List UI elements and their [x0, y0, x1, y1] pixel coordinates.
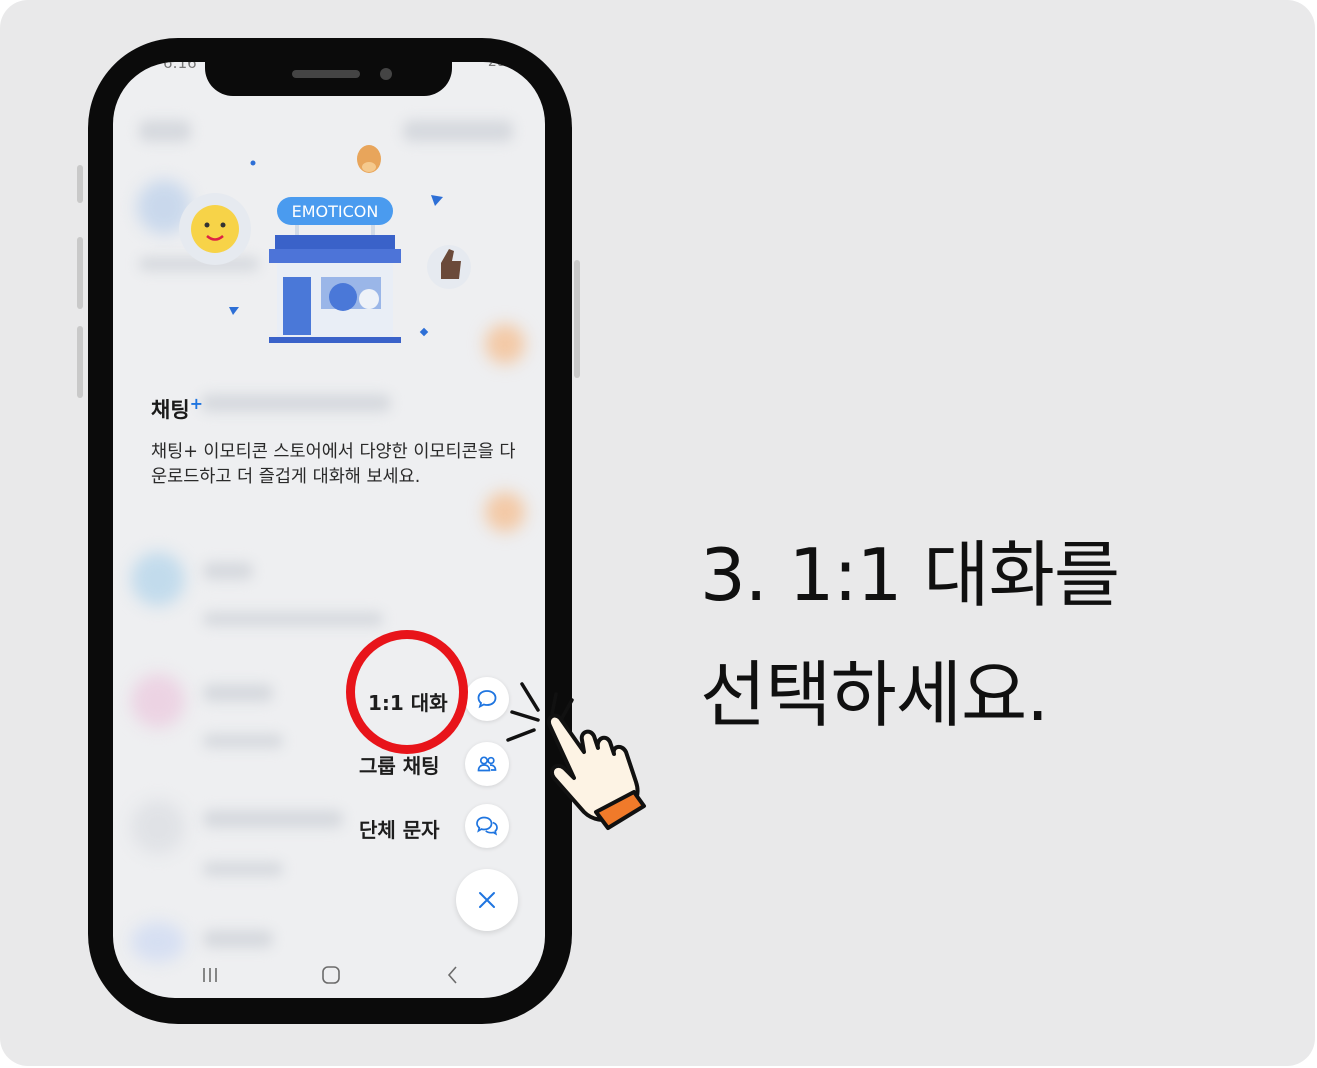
blurred-list-line [203, 612, 383, 626]
status-time: 6:16 [163, 62, 197, 72]
back-icon [447, 966, 457, 984]
thumbs-up-emoticon-icon [427, 245, 471, 289]
recent-apps-button[interactable] [190, 960, 230, 990]
instruction-line-1: 3. 1:1 대화를 [700, 533, 1120, 617]
phone-camera [380, 68, 392, 80]
smiley-emoticon-icon [179, 193, 251, 265]
phone-power-button [574, 260, 580, 378]
fab-group-sms-label[interactable]: 단체 문자 [359, 814, 440, 843]
emoticon-store-illustration: EMOTICON [179, 145, 471, 343]
blurred-list-line [203, 684, 273, 702]
phone-screen: 6:16 28% EMOTICON 채팅+ 채팅+ 이모티콘 스토어에서 다양한… [113, 62, 545, 998]
double-bubble-icon [476, 816, 498, 836]
store-badge-text: EMOTICON [292, 202, 379, 221]
blurred-list-line [203, 810, 343, 828]
fab-group-chat-label[interactable]: 그룹 채팅 [359, 750, 440, 779]
blurred-avatar [131, 674, 185, 728]
home-icon [322, 966, 340, 984]
phone-volume-down-button [77, 326, 83, 398]
promo-title: 채팅+ [151, 394, 204, 422]
android-nav-bar [113, 952, 545, 998]
highlight-circle [346, 630, 468, 754]
fab-close-button[interactable] [456, 869, 518, 931]
recent-apps-icon [203, 968, 217, 982]
blurred-list-line [201, 394, 391, 412]
blurred-list-line [203, 862, 283, 876]
status-battery: 28% [487, 62, 519, 70]
back-button[interactable] [433, 960, 473, 990]
phone-side-button [77, 165, 83, 203]
instruction-line-2: 선택하세요. [700, 653, 1049, 737]
blurred-list-line [203, 562, 253, 580]
blurred-avatar [131, 800, 185, 854]
phone-volume-up-button [77, 237, 83, 309]
blurred-list-line [203, 734, 283, 748]
instruction-text: 3. 1:1 대화를 선택하세요. [700, 515, 1120, 755]
close-icon [479, 892, 495, 908]
promo-description: 채팅+ 이모티콘 스토어에서 다양한 이모티콘을 다운로드하고 더 즐겁게 대화… [151, 442, 516, 487]
home-button[interactable] [311, 960, 351, 990]
phone-speaker [292, 70, 360, 78]
chat-bubble-icon [477, 690, 497, 709]
tap-hand-icon [506, 682, 646, 830]
blurred-avatar [131, 552, 185, 606]
blurred-list-line [203, 930, 273, 948]
phone-notch [205, 38, 452, 96]
promo-title-plus: + [189, 394, 204, 413]
group-icon [477, 756, 497, 772]
puppy-emoticon-icon [357, 145, 381, 173]
blurred-badge [485, 492, 525, 532]
